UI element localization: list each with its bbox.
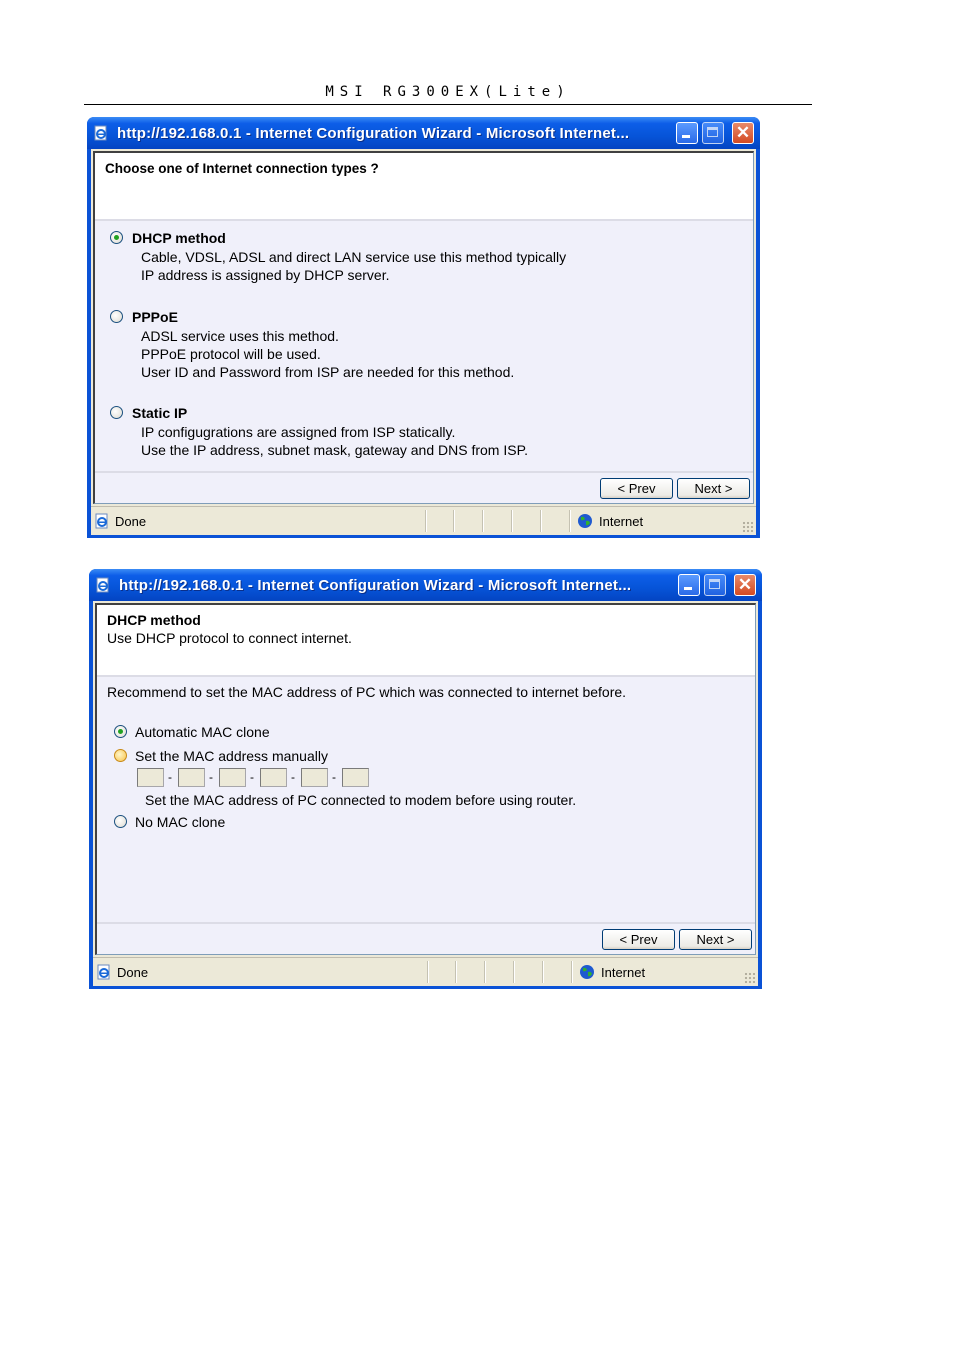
next-button[interactable]: Next > xyxy=(677,478,750,499)
option-pppoe-desc-1: ADSL service uses this method. xyxy=(141,328,339,344)
minimize-button[interactable] xyxy=(676,122,698,144)
wizard-content: DHCP method Use DHCP protocol to connect… xyxy=(95,603,756,955)
mac-field-6[interactable] xyxy=(342,768,369,787)
option-dhcp-label[interactable]: DHCP method xyxy=(132,230,226,246)
mac-separator: - xyxy=(291,770,295,784)
prev-button[interactable]: < Prev xyxy=(602,929,675,950)
radio-no-mac-clone[interactable] xyxy=(114,815,127,828)
wizard-header: Choose one of Internet connection types … xyxy=(95,153,753,221)
ie-page-icon xyxy=(94,125,107,141)
status-divider xyxy=(571,961,573,983)
wizard-footer: < Prev Next > xyxy=(95,471,753,503)
wizard-heading: Choose one of Internet connection types … xyxy=(105,161,379,176)
status-divider xyxy=(542,961,544,983)
option-dhcp-desc-1: Cable, VDSL, ADSL and direct LAN service… xyxy=(141,249,567,265)
title-bar[interactable]: http://192.168.0.1 - Internet Configurat… xyxy=(87,117,760,149)
radio-automatic-mac-clone[interactable] xyxy=(114,725,127,738)
maximize-button[interactable] xyxy=(704,574,726,596)
option-pppoe-desc-2: PPPoE protocol will be used. xyxy=(141,346,321,362)
status-divider xyxy=(425,510,427,532)
maximize-button[interactable] xyxy=(702,122,724,144)
wizard-header: DHCP method Use DHCP protocol to connect… xyxy=(97,605,755,677)
close-button[interactable]: ✕ xyxy=(732,122,754,144)
option-set-mac-manually-label[interactable]: Set the MAC address manually xyxy=(135,748,328,764)
globe-icon xyxy=(580,965,594,979)
option-static-ip-desc-1: IP configugrations are assigned from ISP… xyxy=(141,424,456,440)
wizard-window-dhcp: http://192.168.0.1 - Internet Configurat… xyxy=(89,569,762,989)
wizard-subheading: Use DHCP protocol to connect internet. xyxy=(107,630,352,646)
mac-separator: - xyxy=(332,770,336,784)
status-divider xyxy=(540,510,542,532)
status-bar: Done Internet xyxy=(91,506,756,535)
radio-pppoe[interactable] xyxy=(110,310,123,323)
status-divider xyxy=(511,510,513,532)
status-divider xyxy=(513,961,515,983)
status-divider xyxy=(455,961,457,983)
mac-field-2[interactable] xyxy=(178,768,205,787)
radio-static-ip[interactable] xyxy=(110,406,123,419)
client-area: Choose one of Internet connection types … xyxy=(91,149,756,506)
close-icon: ✕ xyxy=(737,575,753,594)
wizard-heading: DHCP method xyxy=(107,612,201,628)
next-button[interactable]: Next > xyxy=(679,929,752,950)
document-header: MSI RG300EX(Lite) xyxy=(325,84,571,100)
wizard-footer: < Prev Next > xyxy=(97,922,755,954)
option-pppoe-label[interactable]: PPPoE xyxy=(132,309,178,325)
option-static-ip-desc-2: Use the IP address, subnet mask, gateway… xyxy=(141,442,529,458)
option-automatic-mac-clone-label[interactable]: Automatic MAC clone xyxy=(135,724,270,740)
header-rule xyxy=(84,104,812,105)
mac-separator: - xyxy=(168,770,172,784)
ie-page-icon xyxy=(97,964,110,980)
status-text: Done xyxy=(117,965,149,980)
close-icon: ✕ xyxy=(735,123,751,142)
status-divider xyxy=(484,961,486,983)
status-bar: Done Internet xyxy=(93,957,758,986)
wizard-content: Choose one of Internet connection types … xyxy=(93,151,754,504)
window-title: http://192.168.0.1 - Internet Configurat… xyxy=(119,577,632,594)
status-divider xyxy=(569,510,571,532)
recommend-text: Recommend to set the MAC address of PC w… xyxy=(107,684,627,700)
status-text: Done xyxy=(115,514,147,529)
ie-page-icon xyxy=(96,577,109,593)
mac-field-5[interactable] xyxy=(301,768,328,787)
resize-grip[interactable] xyxy=(742,521,754,533)
close-button[interactable]: ✕ xyxy=(734,574,756,596)
prev-button[interactable]: < Prev xyxy=(600,478,673,499)
window-title: http://192.168.0.1 - Internet Configurat… xyxy=(117,125,630,142)
mac-field-1[interactable] xyxy=(137,768,164,787)
ie-page-icon xyxy=(95,513,108,529)
client-area: DHCP method Use DHCP protocol to connect… xyxy=(93,601,758,957)
globe-icon xyxy=(578,514,592,528)
option-no-mac-clone-label[interactable]: No MAC clone xyxy=(135,814,225,830)
wizard-window-connection-type: http://192.168.0.1 - Internet Configurat… xyxy=(87,117,760,538)
resize-grip[interactable] xyxy=(744,972,756,984)
security-zone: Internet xyxy=(601,965,646,980)
security-zone: Internet xyxy=(599,514,644,529)
minimize-button[interactable] xyxy=(678,574,700,596)
radio-set-mac-manually[interactable] xyxy=(114,749,127,762)
mac-hint: Set the MAC address of PC connected to m… xyxy=(145,792,577,808)
title-bar[interactable]: http://192.168.0.1 - Internet Configurat… xyxy=(89,569,762,601)
radio-dhcp[interactable] xyxy=(110,231,123,244)
mac-separator: - xyxy=(209,770,213,784)
status-divider xyxy=(453,510,455,532)
option-pppoe-desc-3: User ID and Password from ISP are needed… xyxy=(141,364,515,380)
mac-field-4[interactable] xyxy=(260,768,287,787)
option-dhcp-desc-2: IP address is assigned by DHCP server. xyxy=(141,267,390,283)
status-divider xyxy=(427,961,429,983)
mac-field-3[interactable] xyxy=(219,768,246,787)
mac-separator: - xyxy=(250,770,254,784)
status-divider xyxy=(482,510,484,532)
option-static-ip-label[interactable]: Static IP xyxy=(132,405,187,421)
